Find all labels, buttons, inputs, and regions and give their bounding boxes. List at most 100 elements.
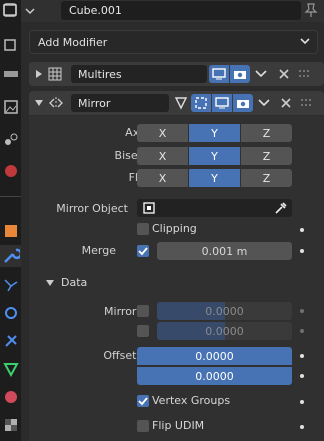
- data-tab[interactable]: [0, 358, 21, 380]
- flip-x-button[interactable]: X: [137, 169, 188, 187]
- flip-z-button[interactable]: Z: [241, 169, 292, 187]
- multires-modifier-header[interactable]: Multires: [29, 62, 324, 86]
- flip-y-button[interactable]: Y: [189, 169, 240, 187]
- bisect-y-button[interactable]: Y: [189, 147, 240, 165]
- properties-tab-bar: [0, 0, 21, 441]
- merge-label: Merge: [81, 244, 116, 257]
- add-modifier-dropdown[interactable]: Add Modifier: [29, 30, 318, 54]
- multires-name: Multires: [78, 67, 122, 81]
- merge-checkbox[interactable]: [137, 245, 149, 257]
- physics-icon: [5, 307, 17, 319]
- collapse-arrow-icon[interactable]: [45, 278, 55, 288]
- vertex-groups-label: Vertex Groups: [152, 394, 231, 407]
- offset-v-value: 0.0000: [195, 369, 234, 383]
- chevron-down-icon[interactable]: [255, 69, 267, 79]
- render-icon: [4, 39, 16, 51]
- camera-icon: [237, 100, 249, 108]
- mirror-realtime-toggle[interactable]: [212, 94, 232, 112]
- add-modifier-label: Add Modifier: [38, 35, 108, 49]
- clipping-checkbox[interactable]: [137, 223, 149, 235]
- properties-header: Cube.001: [3, 0, 324, 22]
- mirror-u-field[interactable]: 0.0000: [157, 302, 292, 320]
- mirror-render-toggle[interactable]: [233, 94, 253, 112]
- mesh-data-icon: [3, 363, 19, 378]
- keyframe-dot[interactable]: [300, 228, 304, 232]
- physics-tab[interactable]: [0, 302, 21, 324]
- multires-realtime-toggle[interactable]: [209, 65, 229, 83]
- keyframe-dot[interactable]: [300, 249, 304, 253]
- mirror-on-cage-toggle[interactable]: [171, 94, 191, 112]
- image-icon: [4, 100, 18, 114]
- wrench-icon: [4, 248, 20, 263]
- keyframe-dot[interactable]: [300, 309, 304, 313]
- offset-v-field[interactable]: 0.0000: [137, 367, 292, 385]
- texture-tab[interactable]: [0, 414, 21, 436]
- output-tab[interactable]: [0, 64, 21, 86]
- keyframe-dot[interactable]: [300, 329, 304, 333]
- eyedropper-icon[interactable]: [273, 201, 287, 215]
- constraints-icon: [5, 335, 17, 347]
- mirror-editmode-toggle[interactable]: [191, 94, 211, 112]
- multires-name-field[interactable]: Multires: [71, 65, 207, 83]
- merge-distance-field[interactable]: 0.001 m: [157, 242, 292, 260]
- bisect-x-button[interactable]: X: [137, 147, 188, 165]
- close-icon[interactable]: [278, 68, 290, 80]
- editor-type-icon[interactable]: [0, 0, 40, 22]
- mirror-icon: [49, 97, 63, 109]
- mirror-name-field[interactable]: Mirror: [71, 94, 169, 112]
- mirror-v-checkbox[interactable]: [137, 325, 149, 337]
- vertex-groups-checkbox[interactable]: [137, 395, 149, 407]
- constraints-tab[interactable]: [0, 330, 21, 352]
- checkmark-icon: [138, 397, 148, 406]
- close-icon[interactable]: [280, 97, 292, 109]
- vertex-triangle-icon: [174, 97, 188, 110]
- clipping-label: Clipping: [152, 222, 197, 235]
- checkmark-icon: [138, 247, 148, 256]
- drag-handle-icon: [299, 70, 309, 77]
- texture-icon: [5, 419, 17, 431]
- drag-handle[interactable]: [299, 95, 315, 114]
- chevron-down-icon: [300, 38, 310, 45]
- object-name-field[interactable]: Cube.001: [61, 1, 301, 20]
- keyframe-dot[interactable]: [300, 374, 304, 378]
- properties-editor: Cube.001 Add Modifier Multires Mirror X …: [3, 0, 324, 441]
- mirror-v-field[interactable]: 0.0000: [157, 322, 292, 340]
- merge-distance-value: 0.001 m: [201, 244, 248, 258]
- render-tab[interactable]: [0, 34, 21, 56]
- collection-tab[interactable]: [0, 196, 21, 219]
- mirror-object-label: Mirror Object: [56, 202, 128, 215]
- view-layer-tab[interactable]: [0, 96, 21, 118]
- drag-handle[interactable]: [297, 66, 313, 82]
- flip-udim-checkbox[interactable]: [137, 420, 149, 432]
- offset-u-field[interactable]: 0.0000: [137, 347, 292, 365]
- object-icon: [5, 225, 17, 237]
- axis-z-button[interactable]: Z: [241, 124, 292, 142]
- multires-icon: [48, 67, 62, 81]
- modifier-tab[interactable]: [0, 245, 21, 267]
- bisect-z-button[interactable]: Z: [241, 147, 292, 165]
- keyframe-dot[interactable]: [300, 425, 304, 429]
- mirror-u-checkbox[interactable]: [137, 305, 149, 317]
- axis-y-button[interactable]: Y: [189, 124, 240, 142]
- material-tab[interactable]: [0, 386, 21, 408]
- particles-tab[interactable]: [0, 274, 21, 296]
- chevron-down-icon[interactable]: [258, 98, 270, 108]
- collapse-arrow-icon[interactable]: [34, 98, 44, 108]
- scene-icon: [5, 133, 18, 145]
- monitor-icon: [212, 68, 226, 80]
- mirror-object-field[interactable]: [137, 199, 292, 217]
- pin-icon[interactable]: [304, 2, 318, 18]
- multires-render-toggle[interactable]: [230, 65, 250, 83]
- mirror-modifier-header[interactable]: Mirror: [29, 91, 324, 115]
- expand-arrow-icon[interactable]: [34, 69, 44, 79]
- axis-x-button[interactable]: X: [137, 124, 188, 142]
- scene-tab[interactable]: [0, 128, 21, 150]
- object-tab[interactable]: [0, 220, 21, 242]
- world-tab[interactable]: [0, 160, 21, 182]
- data-subpanel-header[interactable]: Data: [61, 276, 87, 289]
- mirror-name: Mirror: [78, 96, 111, 110]
- keyframe-dot[interactable]: [300, 354, 304, 358]
- keyframe-dot[interactable]: [300, 400, 304, 404]
- particles-icon: [4, 279, 18, 292]
- mirror-u-value: 0.0000: [205, 304, 244, 318]
